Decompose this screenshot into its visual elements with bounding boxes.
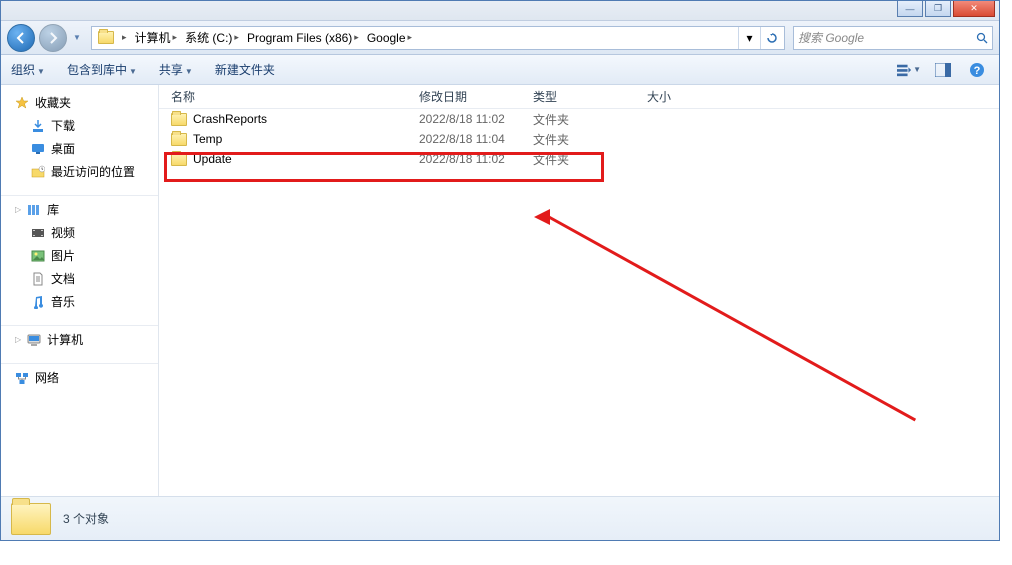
folder-icon: [171, 133, 187, 146]
library-icon: [27, 203, 41, 217]
picture-icon: [31, 249, 45, 263]
address-dropdown[interactable]: ▾: [738, 27, 760, 49]
refresh-button[interactable]: [760, 27, 782, 49]
music-icon: [31, 295, 45, 309]
nav-bar: ▼ ▸ 计算机▸ 系统 (C:)▸ Program Files (x86)▸ G…: [1, 21, 999, 55]
column-headers[interactable]: 名称 修改日期 类型 大小: [159, 85, 999, 109]
annotation-arrow: [547, 215, 916, 421]
file-list: 名称 修改日期 类型 大小 CrashReports 2022/8/18 11:…: [159, 85, 999, 496]
sidebar-documents[interactable]: 文档: [1, 267, 158, 290]
sidebar-pictures[interactable]: 图片: [1, 244, 158, 267]
file-row[interactable]: Temp 2022/8/18 11:04 文件夹: [159, 129, 999, 149]
column-date[interactable]: 修改日期: [419, 88, 533, 105]
sidebar-videos[interactable]: 视频: [1, 221, 158, 244]
search-icon: [976, 32, 988, 44]
organize-button[interactable]: 组织▼: [11, 61, 45, 78]
desktop-icon: [31, 142, 45, 156]
address-bar[interactable]: ▸ 计算机▸ 系统 (C:)▸ Program Files (x86)▸ Goo…: [91, 26, 785, 50]
history-dropdown[interactable]: ▼: [71, 33, 83, 42]
view-button[interactable]: ▼: [897, 59, 921, 81]
libraries-group[interactable]: ▷ 库: [1, 198, 158, 221]
close-button[interactable]: ✕: [953, 1, 995, 17]
status-bar: 3 个对象: [1, 496, 999, 540]
sidebar-recent[interactable]: 最近访问的位置: [1, 160, 158, 183]
download-icon: [31, 119, 45, 133]
search-placeholder: 搜索 Google: [798, 29, 864, 46]
back-button[interactable]: [7, 24, 35, 52]
include-in-library-button[interactable]: 包含到库中▼: [67, 61, 137, 78]
column-name[interactable]: 名称: [171, 88, 419, 105]
recent-icon: [31, 165, 45, 179]
network-group[interactable]: 网络: [1, 366, 158, 389]
minimize-button[interactable]: —: [897, 1, 923, 17]
column-type[interactable]: 类型: [533, 88, 647, 105]
file-row[interactable]: Update 2022/8/18 11:02 文件夹: [159, 149, 999, 169]
forward-button[interactable]: [39, 24, 67, 52]
status-text: 3 个对象: [63, 510, 109, 527]
sidebar-music[interactable]: 音乐: [1, 290, 158, 313]
crumb-drive[interactable]: 系统 (C:)▸: [181, 27, 243, 49]
video-icon: [31, 226, 45, 240]
star-icon: [15, 96, 29, 110]
column-size[interactable]: 大小: [647, 88, 727, 105]
network-icon: [15, 371, 29, 385]
crumb-pf86[interactable]: Program Files (x86)▸: [243, 27, 363, 49]
folder-icon: [11, 503, 51, 535]
navigation-pane: 收藏夹 下载 桌面 最近访问的位置 ▷: [1, 85, 159, 496]
help-button[interactable]: ?: [965, 59, 989, 81]
folder-icon: [171, 113, 187, 126]
svg-text:?: ?: [974, 65, 981, 77]
sidebar-desktop[interactable]: 桌面: [1, 137, 158, 160]
titlebar: — ❐ ✕: [1, 1, 999, 21]
sidebar-downloads[interactable]: 下载: [1, 114, 158, 137]
command-bar: 组织▼ 包含到库中▼ 共享▼ 新建文件夹 ▼ ?: [1, 55, 999, 85]
favorites-group[interactable]: 收藏夹: [1, 91, 158, 114]
preview-pane-button[interactable]: [931, 59, 955, 81]
search-input[interactable]: 搜索 Google: [793, 26, 993, 50]
document-icon: [31, 272, 45, 286]
folder-icon: ▸: [94, 27, 131, 49]
computer-icon: [27, 333, 41, 347]
collapse-icon: ▷: [15, 205, 21, 214]
crumb-computer[interactable]: 计算机▸: [131, 27, 182, 49]
computer-group[interactable]: ▷ 计算机: [1, 328, 158, 351]
share-button[interactable]: 共享▼: [159, 61, 193, 78]
new-folder-button[interactable]: 新建文件夹: [215, 61, 275, 78]
file-row[interactable]: CrashReports 2022/8/18 11:02 文件夹: [159, 109, 999, 129]
crumb-google[interactable]: Google▸: [363, 27, 416, 49]
explorer-window: — ❐ ✕ ▼ ▸ 计算机▸ 系统 (C:)▸ Program Files (x…: [0, 0, 1000, 541]
annotation-arrowhead: [534, 209, 550, 225]
collapse-icon: ▷: [15, 335, 21, 344]
folder-icon: [171, 153, 187, 166]
maximize-button[interactable]: ❐: [925, 1, 951, 17]
